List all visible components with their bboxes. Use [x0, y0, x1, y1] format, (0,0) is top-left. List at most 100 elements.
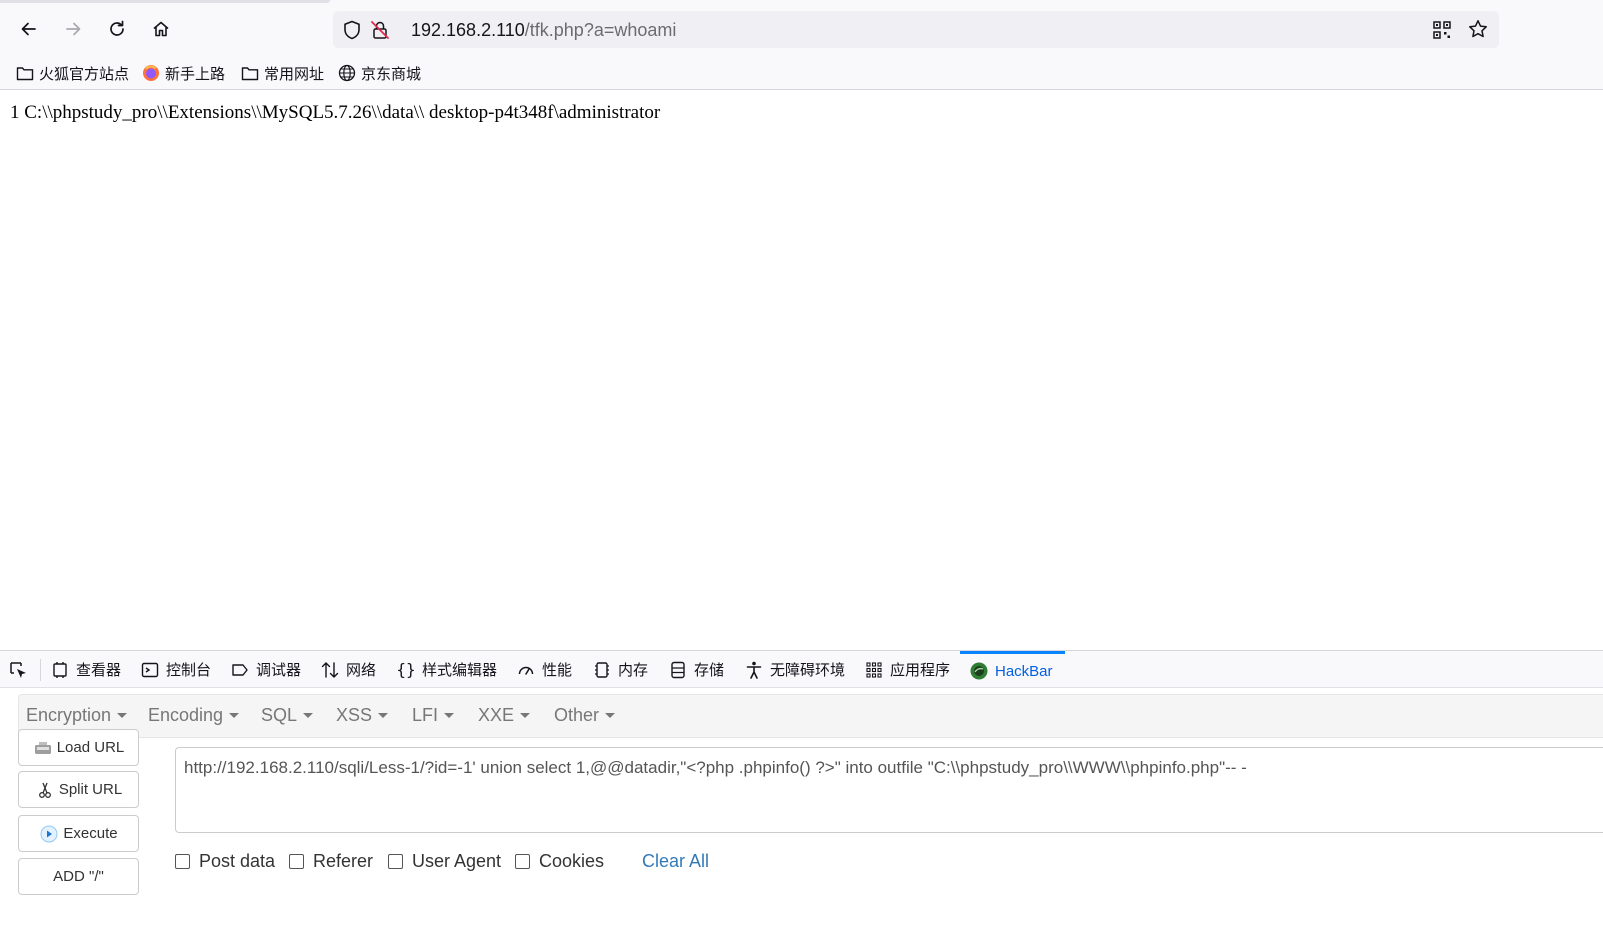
application-icon [866, 661, 882, 678]
checkbox-label: User Agent [412, 851, 502, 871]
button-label: Split URL [58, 781, 123, 798]
console-icon [141, 662, 159, 677]
add-slash-button[interactable]: ADD "/" [18, 858, 139, 895]
hackbar-menu-bar: Encryption Encoding SQL XSS LFI XXE Othe… [18, 694, 1603, 738]
globe-icon [338, 64, 356, 82]
tab-hackbar[interactable]: HackBar [960, 651, 1065, 688]
home-button[interactable] [145, 13, 177, 45]
performance-icon [518, 666, 534, 675]
bookmark-item[interactable]: 火狐官方站点 [15, 61, 129, 85]
execute-button[interactable]: Execute [18, 815, 139, 852]
menu-label: SQL [261, 705, 298, 725]
style-editor-icon: {} [396, 660, 415, 679]
tab-debugger[interactable]: 调试器 [230, 651, 301, 688]
folder-icon [16, 67, 34, 81]
cookies-checkbox[interactable]: Cookies [515, 851, 604, 872]
checkbox-box[interactable] [289, 854, 304, 869]
menu-label: Encryption [26, 705, 112, 725]
back-arrow-icon [21, 22, 36, 36]
tab-label: 调试器 [256, 662, 302, 679]
tab-inspector[interactable]: 查看器 [50, 651, 121, 688]
tab-label: 网络 [346, 662, 377, 679]
tab-label: 内存 [618, 662, 649, 679]
load-url-button[interactable]: Load URL [18, 729, 139, 766]
caret-down-icon [303, 713, 314, 718]
tab-application[interactable]: 应用程序 [864, 651, 950, 688]
insecure-lock-icon[interactable] [369, 19, 391, 41]
menu-xss[interactable]: XSS [336, 705, 389, 726]
menu-xxe[interactable]: XXE [478, 705, 531, 726]
tab-accessibility[interactable]: 无障碍环境 [744, 651, 845, 688]
bookmarks-bar: 火狐官方站点 新手上路 常用网址 京东商城 [0, 56, 1603, 90]
address-bar[interactable]: 192.168.2.110/tfk.php?a=whoami [333, 11, 1499, 48]
tab-label: 存储 [694, 662, 725, 679]
clear-all-link[interactable]: Clear All [642, 851, 709, 872]
tracking-shield-icon[interactable] [341, 19, 363, 41]
reload-button[interactable] [101, 13, 133, 45]
checkbox-box[interactable] [388, 854, 403, 869]
tab-label: 应用程序 [890, 662, 951, 679]
browser-toolbar: 192.168.2.110/tfk.php?a=whoami [0, 0, 1603, 56]
menu-encryption[interactable]: Encryption [26, 705, 128, 726]
post-data-checkbox[interactable]: Post data [175, 851, 275, 872]
scissors-icon [38, 782, 51, 798]
devtools-panel: 查看器 控制台 调试器 网络 {} 样式编辑器 性能 内存 存储 无障碍环境 应… [0, 650, 1603, 931]
bookmark-label: 火狐官方站点 [39, 65, 130, 83]
memory-icon [595, 661, 609, 678]
caret-down-icon [520, 713, 531, 718]
tab-label: 控制台 [166, 662, 212, 679]
checkbox-box[interactable] [175, 854, 190, 869]
qr-code-icon[interactable] [1431, 19, 1453, 41]
play-icon [40, 825, 58, 842]
tab-network[interactable]: 网络 [320, 651, 376, 688]
bookmark-label: 常用网址 [264, 65, 325, 83]
menu-label: Other [554, 705, 600, 725]
caret-down-icon [444, 713, 455, 718]
page-content: 1 C:\\phpstudy_pro\\Extensions\\MySQL5.7… [0, 91, 1603, 650]
tab-storage[interactable]: 存储 [668, 651, 724, 688]
button-label: ADD "/" [53, 868, 104, 885]
tab-console[interactable]: 控制台 [140, 651, 211, 688]
split-url-button[interactable]: Split URL [18, 771, 139, 808]
tab-label: HackBar [995, 662, 1053, 680]
network-icon [321, 661, 339, 678]
tab-style-editor[interactable]: {} 样式编辑器 [396, 651, 497, 688]
tab-separator [40, 659, 41, 681]
menu-sql[interactable]: SQL [261, 705, 314, 726]
menu-lfi[interactable]: LFI [412, 705, 455, 726]
query-output-text: 1 C:\\phpstudy_pro\\Extensions\\MySQL5.7… [10, 102, 661, 123]
tab-label: 样式编辑器 [422, 662, 498, 679]
bookmark-star-icon[interactable] [1467, 18, 1489, 40]
menu-encoding[interactable]: Encoding [148, 705, 240, 726]
accessibility-icon [746, 661, 762, 679]
menu-other[interactable]: Other [554, 705, 616, 726]
element-picker-icon[interactable] [8, 660, 30, 682]
menu-label: Encoding [148, 705, 224, 725]
url-text[interactable]: 192.168.2.110/tfk.php?a=whoami [411, 20, 676, 41]
tab-label: 无障碍环境 [770, 662, 846, 679]
tab-label: 性能 [542, 662, 573, 679]
tab-performance[interactable]: 性能 [516, 651, 572, 688]
hackbar-url-textarea[interactable]: http://192.168.2.110/sqli/Less-1/?id=-1'… [175, 747, 1603, 833]
button-label: Load URL [56, 739, 125, 756]
tab-label: 查看器 [76, 662, 122, 679]
bookmark-item[interactable]: 新手上路 [141, 61, 225, 85]
tab-memory[interactable]: 内存 [592, 651, 648, 688]
hackbar-icon [970, 662, 988, 680]
caret-down-icon [117, 713, 128, 718]
bookmark-label: 新手上路 [165, 65, 226, 83]
back-button[interactable] [13, 13, 45, 45]
checkbox-label: Post data [199, 851, 276, 871]
caret-down-icon [229, 713, 240, 718]
checkbox-box[interactable] [515, 854, 530, 869]
user-agent-checkbox[interactable]: User Agent [388, 851, 501, 872]
referer-checkbox[interactable]: Referer [289, 851, 373, 872]
bookmark-item[interactable]: 常用网址 [240, 61, 324, 85]
caret-down-icon [605, 713, 616, 718]
forward-button[interactable] [57, 13, 89, 45]
url-path: /tfk.php?a=whoami [524, 20, 677, 40]
tab-strip-edge [0, 0, 330, 3]
debugger-icon [232, 663, 248, 676]
home-icon [153, 21, 169, 37]
bookmark-item[interactable]: 京东商城 [337, 61, 421, 85]
